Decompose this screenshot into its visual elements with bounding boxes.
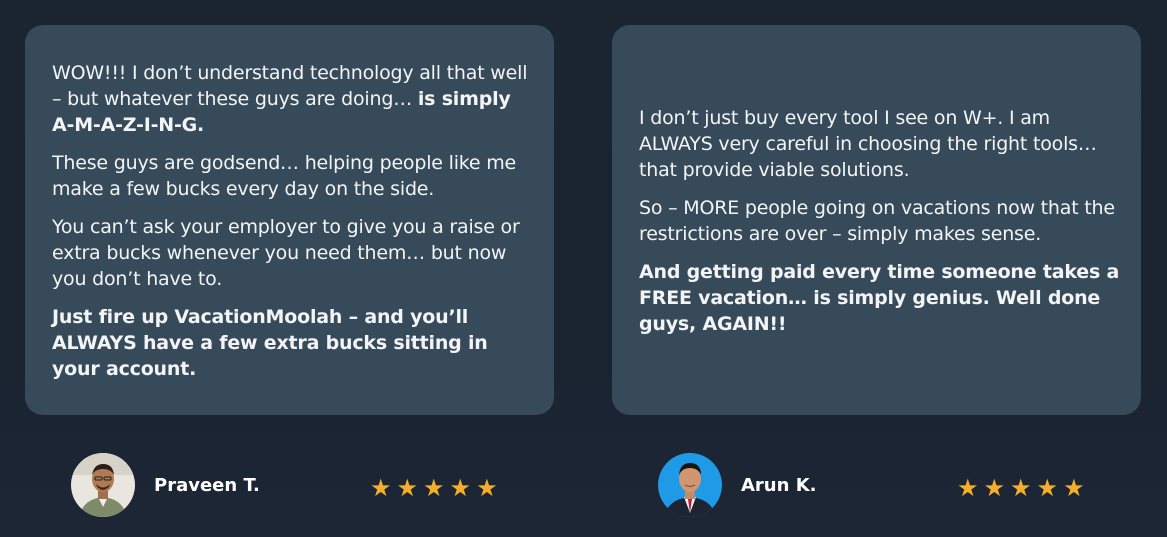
star-rating: ★★★★★ [370, 474, 503, 502]
author-name: Praveen T. [154, 474, 260, 496]
testimonial-card-arun: I don’t just buy every tool I see on W+.… [612, 25, 1141, 415]
testimonial-paragraph: Just fire up VacationMoolah – and you’ll… [52, 306, 488, 380]
author-name: Arun K. [741, 474, 817, 496]
author-arun: Arun K. [658, 452, 817, 518]
author-praveen: Praveen T. [71, 452, 260, 518]
testimonial-paragraph: And getting paid every time someone take… [639, 261, 1120, 335]
testimonial-paragraph: These guys are godsend… helping people l… [52, 152, 517, 200]
testimonial-card-praveen: WOW!!! I don’t understand technology all… [25, 25, 554, 415]
testimonial-paragraph: So – MORE people going on vacations now … [639, 197, 1115, 245]
testimonial-paragraph: You can’t ask your employer to give you … [52, 216, 520, 290]
star-rating: ★★★★★ [957, 474, 1090, 502]
avatar [658, 453, 722, 517]
avatar [71, 453, 135, 517]
testimonial-paragraph: WOW!!! I don’t understand technology all… [52, 62, 528, 136]
testimonial-paragraph: I don’t just buy every tool I see on W+.… [639, 107, 1097, 181]
